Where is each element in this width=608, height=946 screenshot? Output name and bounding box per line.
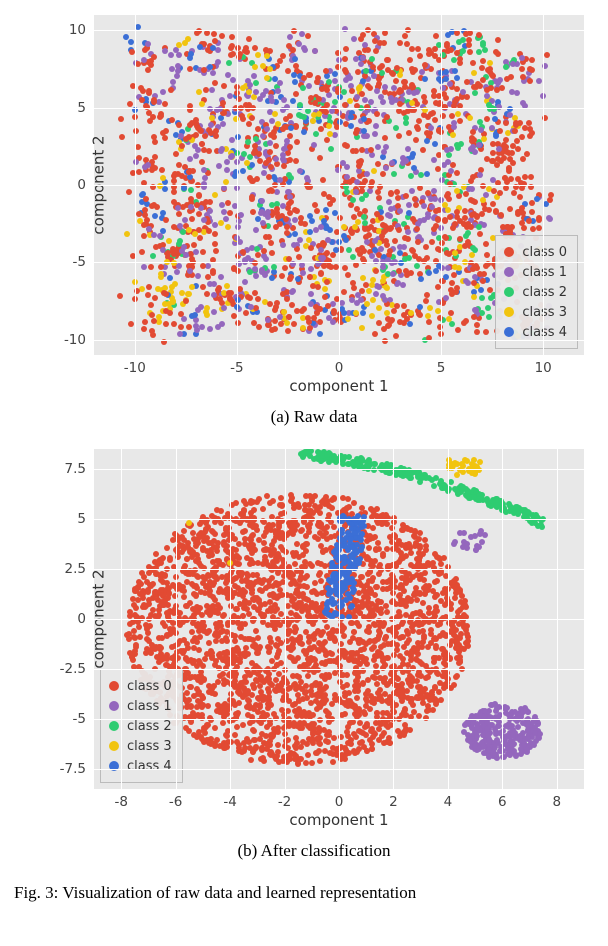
y-tick: -10 — [64, 332, 94, 348]
legend-label: class 3 — [127, 739, 172, 754]
legend-item: class 1 — [504, 262, 567, 282]
plot-area-a: component 2 class 0class 1class 2class 3… — [94, 15, 584, 355]
chart-after-classification: component 2 class 0class 1class 2class 3… — [34, 449, 594, 861]
subcaption-b: (b) After classification — [34, 841, 594, 861]
x-tick: -5 — [230, 355, 243, 376]
x-tick: 0 — [335, 355, 344, 376]
x-tick: -10 — [124, 355, 146, 376]
legend-marker-icon — [109, 721, 119, 731]
legend-label: class 1 — [127, 699, 172, 714]
x-tick: -8 — [114, 789, 127, 810]
y-tick: -5 — [73, 711, 94, 727]
legend-label: class 1 — [522, 265, 567, 280]
legend-b: class 0 class 1 class 2 class 3 class 4 — [100, 669, 183, 783]
y-tick: 2.5 — [65, 561, 94, 577]
legend-marker-icon — [109, 681, 119, 691]
x-tick: 4 — [444, 789, 453, 810]
x-tick: -2 — [278, 789, 291, 810]
legend-marker-icon — [504, 287, 514, 297]
legend-label: class 0 — [127, 679, 172, 694]
x-tick: 6 — [498, 789, 507, 810]
x-tick: 5 — [437, 355, 446, 376]
legend-item: class 0 — [109, 676, 172, 696]
legend-marker-icon — [109, 701, 119, 711]
y-tick: -7.5 — [60, 761, 94, 777]
subcaption-a: (a) Raw data — [34, 407, 594, 427]
x-axis-label: component 1 — [94, 811, 584, 829]
y-tick: 5 — [77, 100, 94, 116]
legend-marker-icon — [504, 267, 514, 277]
legend-item: class 0 — [504, 242, 567, 262]
x-tick: 8 — [552, 789, 561, 810]
legend-label: class 2 — [127, 719, 172, 734]
x-tick: 10 — [535, 355, 552, 376]
plot-area-b: component 2 class 0class 1class 2class 3… — [94, 449, 584, 789]
legend-marker-icon — [504, 247, 514, 257]
x-axis-label: component 1 — [94, 377, 584, 395]
legend-item: class 3 — [109, 736, 172, 756]
y-tick: 0 — [77, 177, 94, 193]
figure-caption: Fig. 3: Visualization of raw data and le… — [14, 883, 608, 903]
legend-marker-icon — [109, 741, 119, 751]
chart-raw-data: component 2 class 0class 1class 2class 3… — [34, 15, 594, 427]
legend-marker-icon — [504, 327, 514, 337]
y-tick: -2.5 — [60, 661, 94, 677]
y-tick: -5 — [73, 254, 94, 270]
legend-label: class 3 — [522, 305, 567, 320]
x-tick: 0 — [335, 789, 344, 810]
legend-label: class 0 — [522, 245, 567, 260]
legend-label: class 4 — [522, 325, 567, 340]
x-tick: -6 — [169, 789, 182, 810]
legend-item: class 2 — [504, 282, 567, 302]
legend-marker-icon — [504, 307, 514, 317]
y-tick: 5 — [77, 511, 94, 527]
legend-item: class 4 — [109, 756, 172, 776]
legend-a: class 0 class 1 class 2 class 3 class 4 — [495, 235, 578, 349]
legend-item: class 3 — [504, 302, 567, 322]
legend-label: class 4 — [127, 759, 172, 774]
y-tick: 7.5 — [65, 461, 94, 477]
legend-item: class 1 — [109, 696, 172, 716]
y-tick: 10 — [69, 22, 94, 38]
legend-label: class 2 — [522, 285, 567, 300]
y-tick: 0 — [77, 611, 94, 627]
x-tick: -4 — [223, 789, 236, 810]
x-tick: 2 — [389, 789, 398, 810]
